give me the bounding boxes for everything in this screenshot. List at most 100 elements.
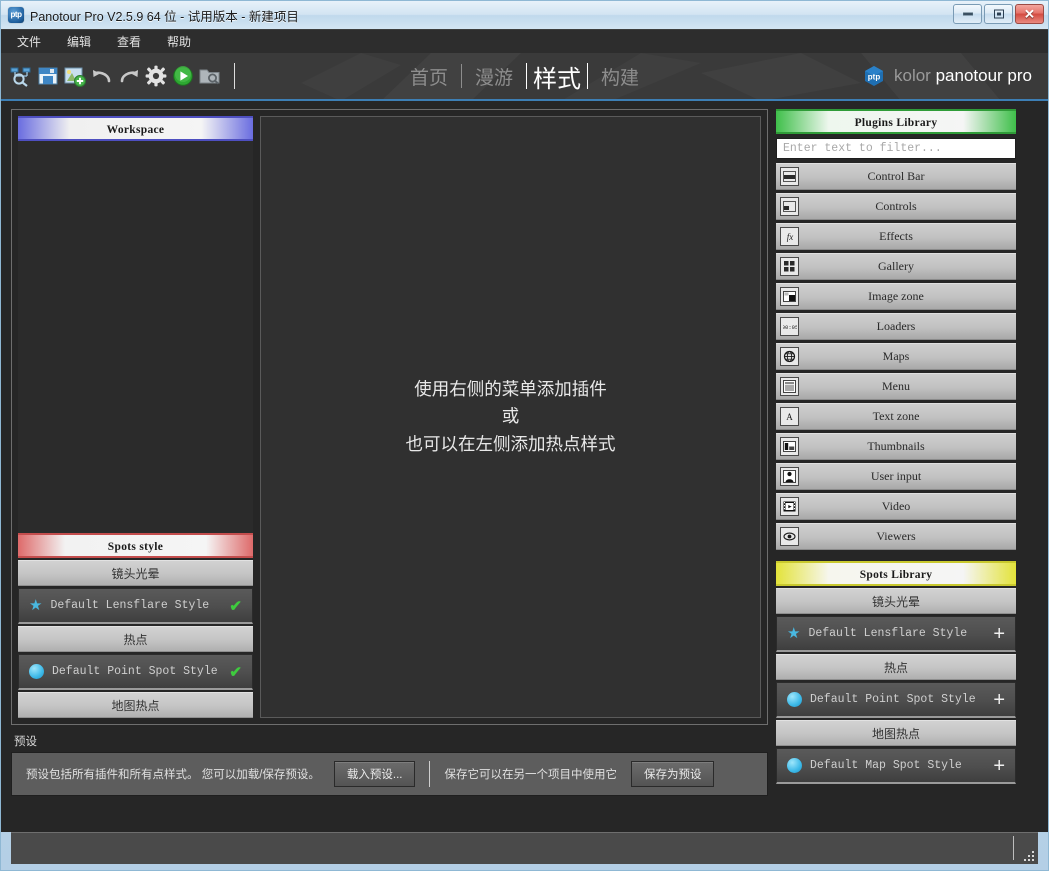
spots-library-group-mapspot-title: 地图热点 xyxy=(776,720,1016,746)
thumbnails-icon xyxy=(780,437,799,456)
preset-box: 预设包括所有插件和所有点样式。 您可以加载/保存预设。 载入预设... 保存它可… xyxy=(11,752,768,796)
workspace-empty-area[interactable] xyxy=(18,141,253,533)
menu-item-file[interactable]: 文件 xyxy=(15,31,43,52)
app-icon: ptp xyxy=(8,7,24,23)
control-bar-icon xyxy=(780,167,799,186)
close-button[interactable]: ✕ xyxy=(1015,4,1044,24)
workspace-column: Workspace Spots style 镜头光晕 ★ Default Len… xyxy=(18,116,253,718)
preset-section: 预设 预设包括所有插件和所有点样式。 您可以加载/保存预设。 载入预设... 保… xyxy=(11,733,768,796)
plugin-item-image-zone[interactable]: Image zone xyxy=(776,283,1016,310)
plugin-item-thumbnails[interactable]: Thumbnails xyxy=(776,433,1016,460)
preset-title: 预设 xyxy=(14,736,37,748)
gallery-grid-icon xyxy=(780,257,799,276)
toolbar-separator xyxy=(234,63,235,89)
plugins-filter-input[interactable] xyxy=(776,138,1016,159)
loaders-icon: 00:05 xyxy=(780,317,799,336)
plugin-item-controls[interactable]: Controls xyxy=(776,193,1016,220)
main-body: Workspace Spots style 镜头光晕 ★ Default Len… xyxy=(1,101,1048,832)
plugin-item-label: User input xyxy=(870,469,922,483)
plus-icon[interactable]: + xyxy=(993,690,1005,710)
empty-state-line-3: 也可以在左侧添加热点样式 xyxy=(405,433,616,454)
browse-output-icon[interactable] xyxy=(199,65,221,87)
minimize-button[interactable] xyxy=(953,4,982,24)
menu-lines-icon xyxy=(780,377,799,396)
menu-item-view[interactable]: 查看 xyxy=(115,31,143,52)
plugin-item-video[interactable]: Video xyxy=(776,493,1016,520)
circle-icon xyxy=(787,758,802,773)
spots-library-row-label: Default Map Spot Style xyxy=(810,759,962,772)
workspace-group-mapspot-title: 地图热点 xyxy=(18,692,253,718)
workspace-row-label: Default Lensflare Style xyxy=(50,599,210,612)
window-title: Panotour Pro V2.5.9 64 位 - 试用版本 - 新建项目 xyxy=(30,9,299,24)
close-icon: ✕ xyxy=(1024,6,1035,22)
spots-library-group-hotspot-title: 热点 xyxy=(776,654,1016,680)
plugin-item-label: Video xyxy=(881,499,911,513)
plugin-item-viewers[interactable]: Viewers xyxy=(776,523,1016,550)
spots-library-row-default-lensflare-style[interactable]: ★ Default Lensflare Style + xyxy=(776,616,1016,652)
menu-bar: 文件 编辑 查看 帮助 xyxy=(1,29,1048,53)
preset-separator xyxy=(429,761,431,787)
editor-panes: Workspace Spots style 镜头光晕 ★ Default Len… xyxy=(11,109,768,725)
circle-icon xyxy=(29,664,44,679)
plugin-item-label: Thumbnails xyxy=(867,439,925,453)
plus-icon[interactable]: + xyxy=(993,624,1005,644)
plugin-item-label: Loaders xyxy=(876,319,916,333)
plugin-item-menu[interactable]: Menu xyxy=(776,373,1016,400)
check-icon[interactable]: ✔ xyxy=(229,663,242,681)
save-icon[interactable] xyxy=(37,65,59,87)
left-column: Workspace Spots style 镜头光晕 ★ Default Len… xyxy=(11,109,768,822)
menu-item-edit[interactable]: 编辑 xyxy=(65,31,93,52)
plus-icon[interactable]: + xyxy=(993,756,1005,776)
svg-text:fx: fx xyxy=(786,232,793,242)
tab-build[interactable]: 构建 xyxy=(588,63,652,90)
menu-item-help[interactable]: 帮助 xyxy=(165,31,193,52)
brand-product: panotour pro xyxy=(935,66,1032,85)
play-icon[interactable] xyxy=(172,65,194,87)
plugin-item-label: Gallery xyxy=(878,259,914,273)
plugin-canvas-viewport[interactable]: 使用右侧的菜单添加插件 或 也可以在左侧添加热点样式 xyxy=(260,116,761,718)
spots-library-row-default-map-spot-style[interactable]: Default Map Spot Style + xyxy=(776,748,1016,784)
maximize-button[interactable] xyxy=(984,4,1013,24)
maximize-icon xyxy=(993,9,1004,19)
workspace-row-default-lensflare-style[interactable]: ★ Default Lensflare Style ✔ xyxy=(18,588,253,624)
spots-library-row-default-point-spot-style[interactable]: Default Point Spot Style + xyxy=(776,682,1016,718)
video-film-icon xyxy=(780,497,799,516)
plugin-item-loaders[interactable]: 00:05 Loaders xyxy=(776,313,1016,340)
tab-tour[interactable]: 漫游 xyxy=(462,63,526,90)
right-column: Plugins Library Control Bar Controls xyxy=(776,109,1016,822)
status-bar xyxy=(11,832,1038,864)
open-project-icon[interactable] xyxy=(10,65,32,87)
plugin-item-gallery[interactable]: Gallery xyxy=(776,253,1016,280)
tab-style[interactable]: 样式 xyxy=(527,59,587,94)
redo-icon[interactable] xyxy=(118,65,140,87)
brand-kolor: kolor xyxy=(894,66,931,85)
minimize-icon xyxy=(962,12,973,16)
plugin-item-text-zone[interactable]: A Text zone xyxy=(776,403,1016,430)
workspace-header: Workspace xyxy=(18,116,253,141)
plugin-item-effects[interactable]: fx Effects xyxy=(776,223,1016,250)
effects-fx-icon: fx xyxy=(780,227,799,246)
plugin-item-label: Text zone xyxy=(872,409,920,423)
app-header: 首页 漫游 样式 构建 ptp kolor panotour pro xyxy=(1,53,1048,101)
spots-library-header: Spots Library xyxy=(776,561,1016,586)
window-controls: ✕ xyxy=(953,4,1044,24)
plugin-item-control-bar[interactable]: Control Bar xyxy=(776,163,1016,190)
tab-home[interactable]: 首页 xyxy=(397,63,461,90)
load-preset-button[interactable]: 载入预设... xyxy=(333,761,416,787)
workspace-row-default-point-spot-style[interactable]: Default Point Spot Style ✔ xyxy=(18,654,253,690)
workspace-row-label: Default Point Spot Style xyxy=(52,665,218,678)
star-icon: ★ xyxy=(29,597,43,614)
plugin-item-user-input[interactable]: User input xyxy=(776,463,1016,490)
save-preset-button[interactable]: 保存为预设 xyxy=(630,761,715,787)
settings-gear-icon[interactable] xyxy=(145,65,167,87)
empty-state-line-1: 使用右侧的菜单添加插件 xyxy=(414,379,607,400)
resize-grip[interactable] xyxy=(1022,849,1034,861)
undo-icon[interactable] xyxy=(91,65,113,87)
add-panorama-icon[interactable] xyxy=(64,65,86,87)
plugin-item-maps[interactable]: Maps xyxy=(776,343,1016,370)
spots-library-row-label: Default Lensflare Style xyxy=(808,627,968,640)
spots-style-header: Spots style xyxy=(18,533,253,558)
check-icon[interactable]: ✔ xyxy=(229,597,242,615)
globe-icon xyxy=(780,347,799,366)
text-a-icon: A xyxy=(780,407,799,426)
